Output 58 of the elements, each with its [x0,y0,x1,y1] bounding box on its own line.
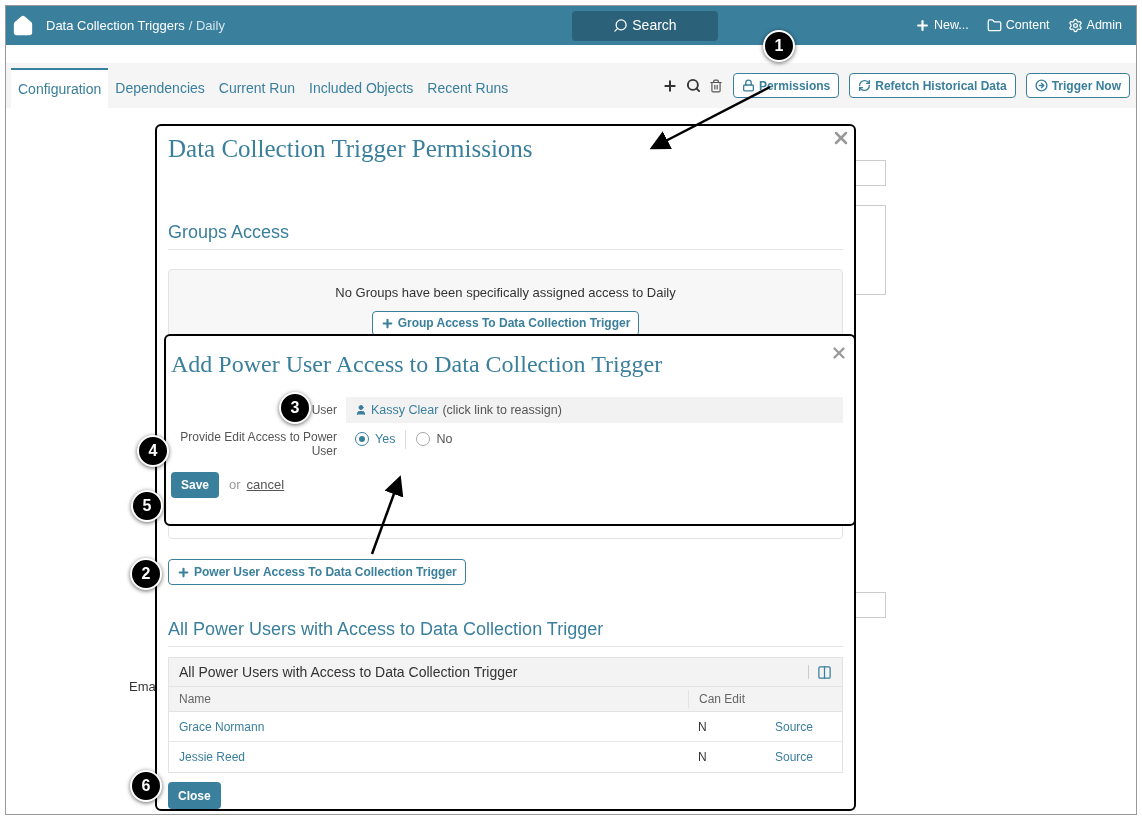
columns-icon[interactable] [817,664,832,680]
section-heading: Groups Access [168,219,843,250]
search-icon [613,18,629,33]
save-button[interactable]: Save [171,472,220,498]
table-cell-text: N [697,718,708,736]
tab[interactable]: Configuration [11,68,109,108]
tab[interactable]: Recent Runs [420,68,516,108]
radio-option[interactable]: Yes [355,430,396,449]
dialog-title: Add Power User Access to Data Collection Trigger [171,350,663,379]
toolbar-button[interactable]: Refetch Historical Data [849,73,1016,98]
add-group-button[interactable]: Group Access To Data Collection Trigger [371,310,640,336]
settings-icon [1067,18,1083,33]
breadcrumb-link[interactable]: Data Collection Triggers [46,15,185,36]
column-header: Name [178,691,212,708]
empty-message: No Groups have been specifically assigned access to Daily [335,284,676,302]
tab[interactable]: Included Objects [302,68,421,108]
user-link[interactable]: Jessie Reed [169,748,688,766]
home-icon[interactable] [12,14,34,37]
table-cell-text: N [697,749,708,766]
field-hint: (click link to reassign) [442,401,562,419]
search-button[interactable]: Search [571,10,718,41]
cancel-link[interactable]: cancel [246,475,285,495]
user-link[interactable]: Grace Normann [169,717,688,736]
add-icon[interactable] [661,77,678,94]
refresh-icon [858,79,872,92]
column-header: Can Edit [688,690,765,708]
toolbar-button[interactable]: Permissions [732,73,840,98]
user-link[interactable]: Kassy Clear [371,400,439,420]
table-title: All Power Users with Access to Data Collection Trigger [179,662,519,682]
person-icon [355,404,367,416]
toolbar-button[interactable]: Trigger Now [1025,73,1130,98]
nav-action[interactable]: Content [986,16,1050,35]
close-button[interactable]: Close [168,782,221,809]
dialog-title: Data Collection Trigger Permissions [168,134,534,164]
folder-icon [986,18,1002,33]
search-icon[interactable] [685,78,701,93]
tab[interactable]: Dependencies [108,68,212,108]
plus-icon [915,18,931,33]
field-label: Ema [129,678,156,696]
user-field[interactable]: Kassy Clear (click link to reassign) [346,397,843,423]
radio-option[interactable]: No [416,430,453,449]
field-label: Provide Edit Access to Power User [179,430,338,458]
source-link[interactable]: Source [765,748,842,766]
nav-action[interactable]: Admin [1067,16,1122,35]
nav-action[interactable]: New... [915,16,969,35]
plus-icon [380,316,394,330]
lock-icon [741,79,755,92]
section-heading: All Power Users with Access to Data Collection Trigger [168,616,843,647]
trash-icon[interactable] [708,78,723,93]
arrow-circle-icon [1034,79,1048,92]
source-link[interactable]: Source [765,717,842,736]
or-text: or [229,476,241,495]
plus-icon [177,565,190,579]
tab[interactable]: Current Run [211,68,303,108]
close-icon[interactable] [830,344,848,362]
breadcrumb-current: / Daily [188,16,225,35]
add-power-user-button[interactable]: Power User Access To Data Collection Trigger [168,559,466,585]
field-label: User [311,402,337,419]
